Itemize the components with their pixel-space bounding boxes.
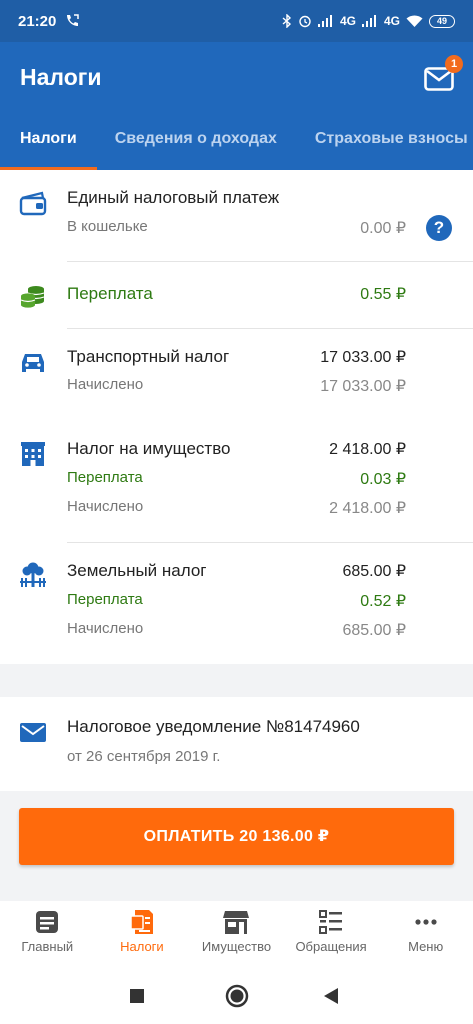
overpay-row[interactable]: Переплата 0.55 ₽ [0, 262, 473, 328]
property-tax-amount: 2 418.00 ₽ [329, 441, 406, 458]
nav-menu[interactable]: Меню [378, 901, 473, 967]
tab-taxes[interactable]: Налоги [0, 120, 97, 170]
nav-home-label: Главный [21, 939, 74, 954]
property-tax-row[interactable]: Налог на имущество 2 418.00 ₽ Переплата … [0, 420, 473, 542]
land-accrued-label: Начислено [67, 620, 144, 637]
pay-section: ОПЛАТИТЬ 20 136.00 ₽ [0, 791, 473, 901]
shop-icon [223, 911, 250, 934]
call-forward-icon [67, 14, 80, 26]
wallet-sub-label: В кошельке [67, 218, 148, 235]
nav-property[interactable]: Имущество [189, 901, 284, 967]
property-overpay-amount: 0.03 ₽ [360, 471, 406, 488]
wallet-icon [19, 191, 47, 216]
more-icon [415, 919, 437, 925]
wallet-amount: 0.00 ₽ [360, 220, 406, 237]
tab-income[interactable]: Сведения о доходах [115, 120, 277, 170]
nav-menu-label: Меню [408, 939, 444, 954]
alarm-icon [299, 15, 311, 28]
status-bar: 21:20 4G 4G 49 [0, 0, 473, 42]
transport-tax-row[interactable]: Транспортный налог 17 033.00 ₽ Начислено… [0, 329, 473, 419]
land-overpay-amount: 0.52 ₽ [360, 593, 406, 610]
land-accrued-amount: 685.00 ₽ [342, 622, 406, 639]
home-button-icon[interactable] [225, 984, 249, 1008]
tax-document-icon [130, 910, 153, 934]
transport-accrued-label: Начислено [67, 376, 144, 393]
property-tax-title: Налог на имущество [67, 439, 231, 458]
overpay-label: Переплата [67, 284, 153, 303]
network-type-2: 4G [383, 14, 400, 28]
taxes-list: Единый налоговый платеж В кошельке 0.00 … [0, 170, 473, 664]
network-type-1: 4G [339, 14, 356, 28]
building-icon [21, 442, 45, 466]
land-tree-icon [20, 562, 46, 587]
wifi-icon [406, 15, 423, 27]
tax-notice-date: от 26 сентября 2019 г. [67, 748, 221, 765]
messages-badge: 1 [445, 55, 463, 73]
nav-home[interactable]: Главный [0, 901, 95, 967]
wallet-row[interactable]: Единый налоговый платеж В кошельке 0.00 … [0, 170, 473, 262]
wallet-title: Единый налоговый платеж [67, 188, 280, 207]
app-bar: Налоги 1 Налоги Сведения о доходах Страх… [0, 42, 473, 170]
home-card-icon [36, 911, 59, 933]
tax-notice-row[interactable]: Налоговое уведомление №81474960 от 26 се… [0, 697, 473, 791]
nav-taxes[interactable]: Налоги [95, 901, 190, 967]
signal-icon [317, 15, 332, 27]
land-overpay-label: Переплата [67, 591, 143, 608]
recent-apps-icon[interactable] [129, 988, 145, 1004]
transport-accrued-amount: 17 033.00 ₽ [320, 378, 406, 395]
property-accrued-label: Начислено [67, 498, 144, 515]
tax-notice-title: Налоговое уведомление №81474960 [67, 717, 360, 736]
transport-tax-amount: 17 033.00 ₽ [320, 349, 406, 366]
pay-button[interactable]: ОПЛАТИТЬ 20 136.00 ₽ [19, 808, 454, 865]
system-nav [0, 967, 473, 1024]
overpay-amount: 0.55 ₽ [360, 286, 406, 303]
coins-icon [20, 286, 45, 308]
envelope-icon [20, 723, 46, 742]
list-icon [319, 910, 343, 934]
back-icon[interactable] [323, 987, 339, 1005]
transport-tax-title: Транспортный налог [67, 347, 230, 366]
land-tax-amount: 685.00 ₽ [342, 563, 406, 580]
bottom-nav: Главный Налоги Имущество Обращения Меню [0, 901, 473, 967]
signal-icon [361, 15, 376, 27]
land-tax-title: Земельный налог [67, 561, 207, 580]
tab-insurance[interactable]: Страховые взносы [315, 120, 468, 170]
property-overpay-label: Переплата [67, 469, 143, 486]
help-icon[interactable]: ? [426, 215, 452, 241]
messages-button[interactable]: 1 [424, 55, 463, 92]
status-time: 21:20 [18, 12, 57, 30]
car-icon [22, 354, 44, 372]
nav-requests[interactable]: Обращения [284, 901, 379, 967]
nav-property-label: Имущество [201, 939, 272, 954]
nav-requests-label: Обращения [295, 939, 367, 954]
bluetooth-icon [282, 14, 291, 28]
nav-taxes-label: Налоги [120, 939, 164, 954]
battery-icon: 49 [429, 14, 455, 28]
tab-bar: Налоги Сведения о доходах Страховые взно… [0, 120, 473, 170]
page-title: Налоги [20, 64, 102, 90]
property-accrued-amount: 2 418.00 ₽ [329, 500, 406, 517]
land-tax-row[interactable]: Земельный налог 685.00 ₽ Переплата 0.52 … [0, 543, 473, 663]
